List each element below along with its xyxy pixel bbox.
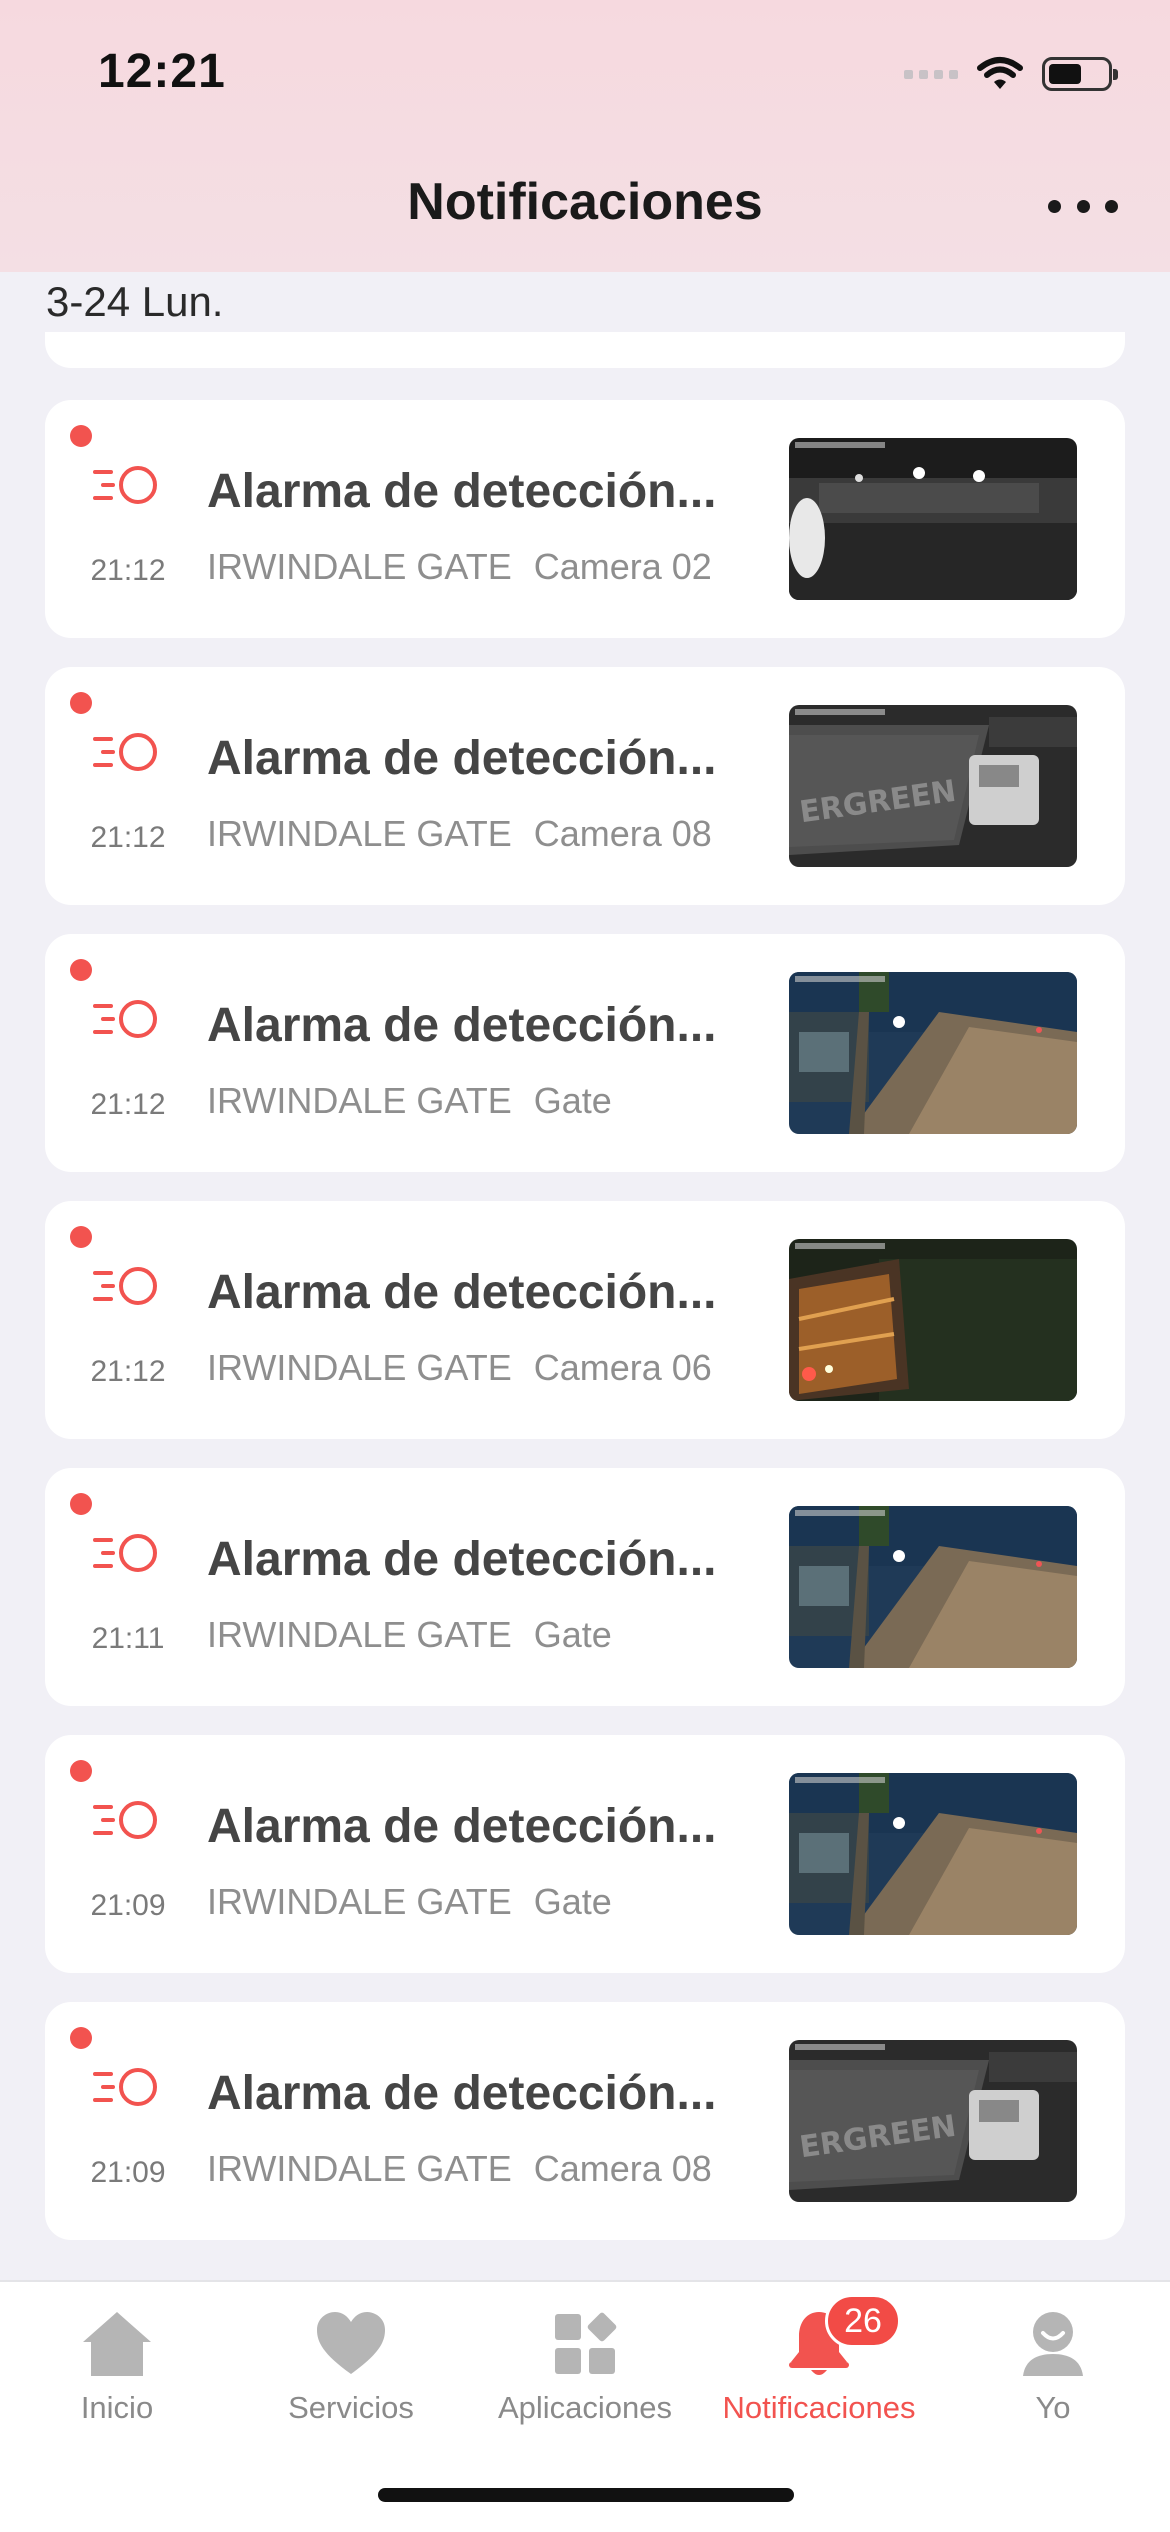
tab-label: Aplicaciones [497,2390,673,2425]
notification-time: 21:09 [90,1889,166,1922]
notification-time: 21:12 [90,554,166,587]
tab-label: Notificaciones [722,2390,916,2425]
notification-title: Alarma de detección... [207,2067,717,2120]
notification-time: 21:09 [90,2156,166,2189]
notification-time: 21:12 [90,1088,166,1121]
motion-alarm-icon [93,1000,157,1038]
tab-label: Yo [1035,2390,1071,2425]
more-dots-icon [1048,199,1061,213]
motion-alarm-icon [93,1267,157,1305]
wifi-icon [977,57,1023,89]
notification-source: IRWINDALE GATE Camera 06 [207,1347,712,1389]
camera-name: Camera 08 [533,813,712,854]
site-name: IRWINDALE GATE [207,1347,512,1388]
snapshot-thumbnail[interactable] [789,972,1077,1134]
notification-card[interactable]: 21:12 Alarma de detección... IRWINDALE G… [45,400,1125,638]
notification-source: IRWINDALE GATE Gate [207,1614,612,1656]
notification-title: Alarma de detección... [207,1266,717,1319]
tab-inicio[interactable]: Inicio [0,2282,234,2482]
notification-title: Alarma de detección... [207,1800,717,1853]
notification-source: IRWINDALE GATE Camera 08 [207,2148,712,2190]
motion-alarm-icon [93,733,157,771]
camera-name: Gate [533,1080,612,1121]
unread-dot [70,1760,92,1782]
site-name: IRWINDALE GATE [207,1881,512,1922]
snapshot-thumbnail[interactable] [789,1506,1077,1668]
tab-notificaciones[interactable]: 26 Notificaciones [702,2282,936,2482]
notification-title: Alarma de detección... [207,999,717,1052]
motion-alarm-icon [93,1801,157,1839]
notification-time: 21:12 [90,821,166,854]
apps-icon [547,2306,623,2382]
notification-title: Alarma de detección... [207,732,717,785]
unread-dot [70,425,92,447]
unread-dot [70,1226,92,1248]
site-name: IRWINDALE GATE [207,546,512,587]
notification-card[interactable]: 21:12 Alarma de detección... IRWINDALE G… [45,1201,1125,1439]
notification-card[interactable]: 21:09 Alarma de detección... IRWINDALE G… [45,2002,1125,2240]
site-name: IRWINDALE GATE [207,1080,512,1121]
site-name: IRWINDALE GATE [207,813,512,854]
list-item-partial[interactable] [45,332,1125,368]
notification-source: IRWINDALE GATE Gate [207,1881,612,1923]
camera-name: Camera 08 [533,2148,712,2189]
notification-time: 21:11 [91,1622,165,1655]
notification-card[interactable]: 21:12 Alarma de detección... IRWINDALE G… [45,667,1125,905]
tab-yo[interactable]: Yo [936,2282,1170,2482]
snapshot-thumbnail[interactable]: ERGREEN [789,2040,1077,2202]
tab-label: Inicio [80,2390,154,2425]
tab-label: Servicios [288,2390,414,2425]
motion-alarm-icon [93,1534,157,1572]
snapshot-thumbnail[interactable] [789,438,1077,600]
notification-card[interactable]: 21:09 Alarma de detección... IRWINDALE G… [45,1735,1125,1973]
camera-name: Gate [533,1881,612,1922]
header: 12:21 Notificaciones [0,0,1170,272]
status-time: 12:21 [98,45,226,98]
battery-icon [1042,57,1118,91]
motion-alarm-icon [93,2068,157,2106]
notification-badge: 26 [825,2294,901,2348]
home-icon [79,2306,155,2382]
snapshot-thumbnail[interactable] [789,1239,1077,1401]
cellular-signal-icon [904,69,958,79]
unread-dot [70,959,92,981]
status-icons [904,52,1118,96]
camera-name: Gate [533,1614,612,1655]
tab-aplicaciones[interactable]: Aplicaciones [468,2282,702,2482]
unread-dot [70,2027,92,2049]
camera-name: Camera 02 [533,546,712,587]
motion-alarm-icon [93,466,157,504]
notification-title: Alarma de detección... [207,465,717,518]
notification-title: Alarma de detección... [207,1533,717,1586]
heart-icon [313,2306,389,2382]
notification-source: IRWINDALE GATE Gate [207,1080,612,1122]
date-group-header: 3-24 Lun. [46,278,224,325]
notification-source: IRWINDALE GATE Camera 08 [207,813,712,855]
tab-servicios[interactable]: Servicios [234,2282,468,2482]
more-options-button[interactable] [1048,188,1118,224]
unread-dot [70,692,92,714]
notification-time: 21:12 [90,1355,166,1388]
snapshot-thumbnail[interactable]: ERGREEN [789,705,1077,867]
unread-dot [70,1493,92,1515]
notification-card[interactable]: 21:11 Alarma de detección... IRWINDALE G… [45,1468,1125,1706]
notification-source: IRWINDALE GATE Camera 02 [207,546,712,588]
site-name: IRWINDALE GATE [207,1614,512,1655]
notification-card[interactable]: 21:12 Alarma de detección... IRWINDALE G… [45,934,1125,1172]
snapshot-thumbnail[interactable] [789,1773,1077,1935]
site-name: IRWINDALE GATE [207,2148,512,2189]
page-title: Notificaciones [407,173,763,231]
camera-name: Camera 06 [533,1347,712,1388]
user-icon [1015,2306,1091,2382]
bell-icon: 26 [781,2294,901,2382]
home-indicator [378,2488,794,2502]
